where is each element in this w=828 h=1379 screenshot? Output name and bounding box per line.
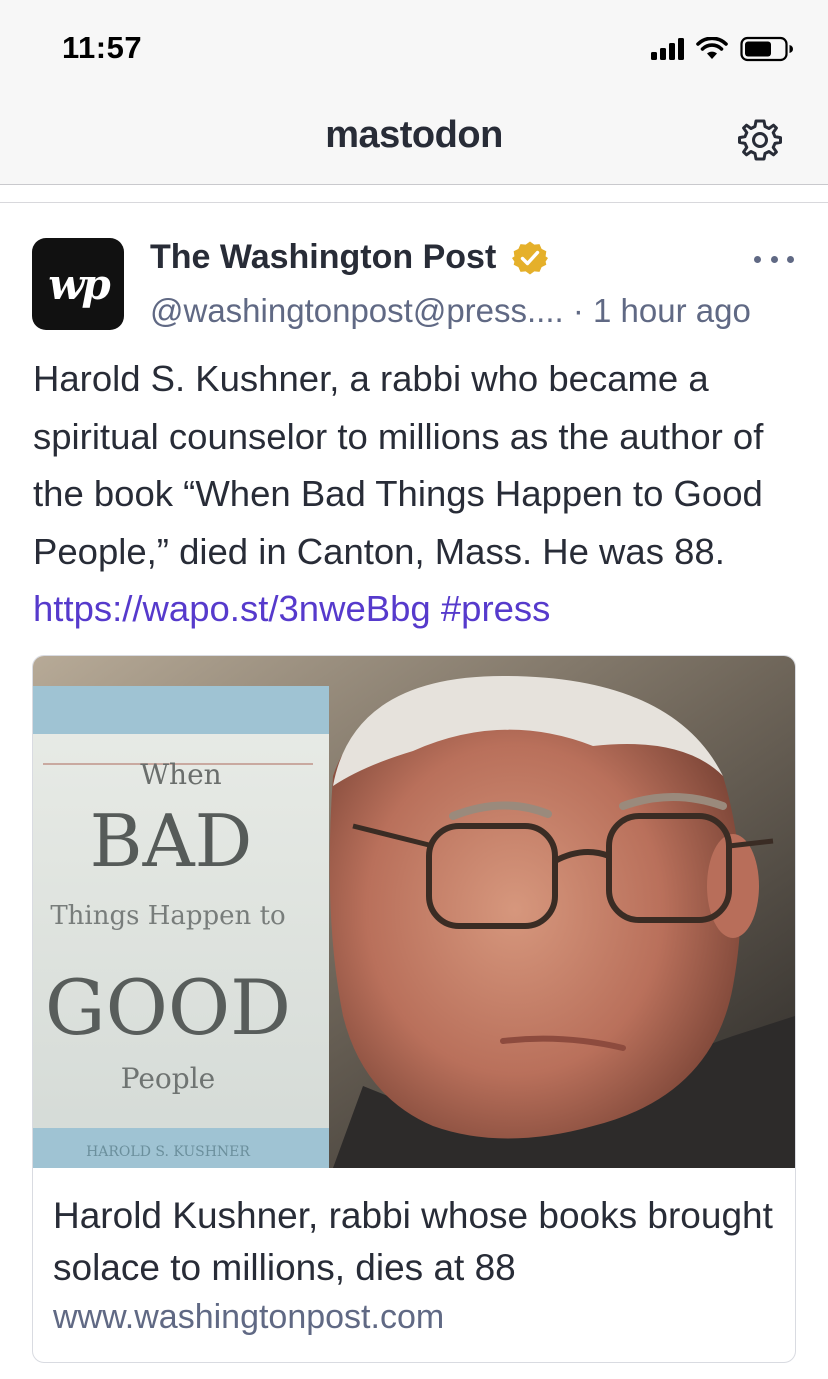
card-title: Harold Kushner, rabbi whose books brough… [53, 1195, 773, 1288]
cellular-signal-icon [651, 38, 684, 60]
book-cover-bad: BAD [90, 799, 253, 883]
wifi-icon [696, 37, 728, 61]
verified-badge-icon [512, 240, 548, 276]
top-bar: 11:57 mastodon [0, 0, 828, 185]
book-cover-good: GOOD [45, 963, 291, 1052]
account-display-name[interactable]: The Washington Post [150, 238, 496, 277]
post-content: Harold S. Kushner, a rabbi who became a … [33, 350, 803, 638]
status-time: 11:57 [62, 30, 143, 65]
avatar-logo-text: wp [48, 259, 111, 309]
post-timestamp[interactable]: 1 hour ago [593, 292, 751, 329]
account-avatar[interactable]: wp [32, 238, 124, 330]
status-icons [651, 36, 794, 62]
settings-gear-icon[interactable] [738, 118, 782, 162]
post-hashtag[interactable]: #press [441, 588, 551, 629]
post-link[interactable]: https://wapo.st/3nweBbg [33, 588, 431, 629]
book-cover-things: Things Happen to [50, 901, 285, 931]
handle-row: @washingtonpost@press.... · 1 hour ago [150, 292, 751, 330]
book-cover-when: When [140, 758, 221, 791]
app-title: mastodon [325, 114, 503, 156]
meta-separator: · [563, 292, 594, 329]
post-body-text: Harold S. Kushner, a rabbi who became a … [33, 358, 764, 572]
book-cover-author: HAROLD S. KUSHNER [86, 1144, 250, 1160]
account-handle[interactable]: @washingtonpost@press.... [150, 292, 564, 329]
book-cover-people: People [121, 1062, 215, 1095]
battery-icon [740, 36, 794, 62]
link-preview-card[interactable]: When BAD Things Happen to GOOD People HA… [32, 655, 796, 1363]
divider [0, 202, 828, 203]
more-options-icon[interactable] [754, 244, 794, 274]
card-domain: www.washingtonpost.com [53, 1298, 445, 1336]
card-preview-image: When BAD Things Happen to GOOD People HA… [33, 656, 795, 1168]
